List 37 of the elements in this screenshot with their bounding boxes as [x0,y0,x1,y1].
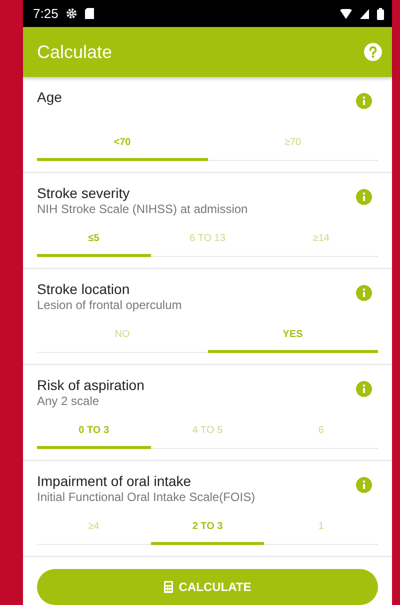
option-tab[interactable]: 0 TO 3 [37,417,151,449]
question-subtitle: Lesion of frontal operculum [37,298,183,312]
info-icon[interactable] [356,477,372,493]
sd-card-icon [85,8,94,19]
option-tab[interactable]: <70 [37,129,208,161]
option-tab[interactable]: 6 [264,417,378,449]
option-tab[interactable]: ≥70 [208,129,378,161]
option-tab[interactable]: 2 TO 3 [150,513,264,545]
question-title: Stroke location [37,281,131,297]
question-title: Impairment of oral intake [37,473,192,489]
option-tab[interactable]: 4 TO 5 [150,417,264,449]
question-title: Risk of aspiration [37,377,146,393]
info-icon[interactable] [356,285,372,301]
info-icon[interactable] [356,189,372,205]
screen-title: Calculate [37,42,114,62]
calculate-button[interactable]: CALCULATE [37,569,378,605]
info-icon[interactable] [356,381,372,397]
signal-icon [360,8,369,18]
option-tab[interactable]: 6 TO 13 [150,225,264,257]
option-tab[interactable]: 1 [264,513,378,545]
question-subtitle: NIH Stroke Scale (NIHSS) at admission [37,202,249,216]
wifi-icon [340,8,352,18]
battery-icon [377,8,384,20]
calculator-icon [164,581,173,593]
option-tab[interactable]: ≥4 [37,513,151,545]
question-title: Age [37,89,63,105]
option-tab[interactable]: YES [208,321,378,353]
option-tab[interactable]: ≤5 [37,225,151,257]
option-tab[interactable]: ≥14 [264,225,378,257]
question-subtitle: Initial Functional Oral Intake Scale(FOIS) [37,490,256,504]
question-title: Stroke severity [37,185,131,201]
status-time: 7:25 [33,6,58,21]
option-tab[interactable]: NO [37,321,208,353]
help-icon[interactable] [364,43,382,61]
question-subtitle: Any 2 scale [37,394,100,408]
info-icon[interactable] [356,93,372,109]
gear-icon [66,8,78,19]
